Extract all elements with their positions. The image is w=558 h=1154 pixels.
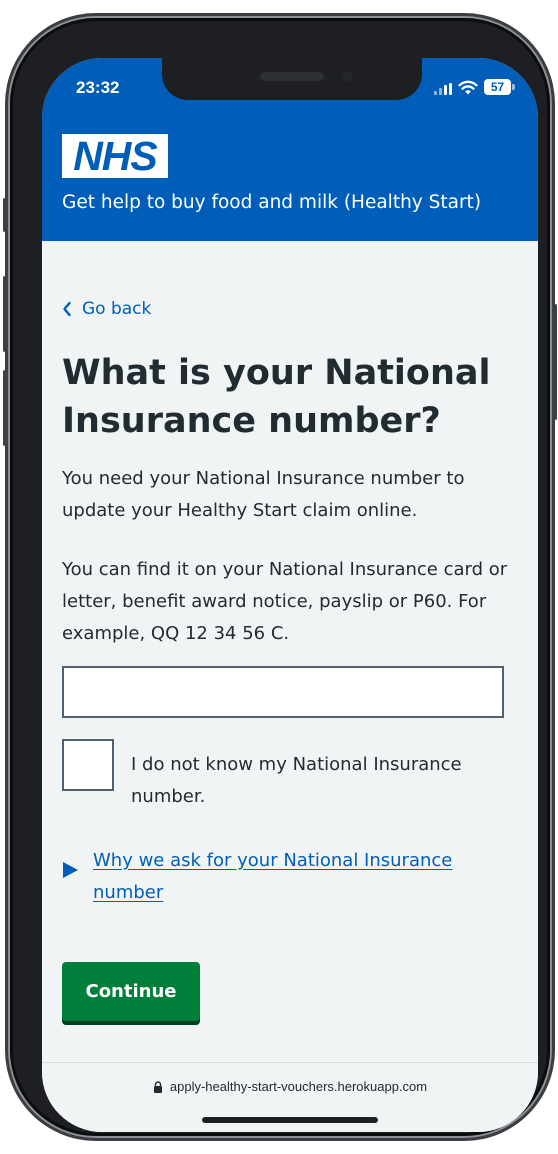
- status-time: 23:32: [76, 78, 120, 97]
- front-camera: [342, 71, 353, 82]
- service-name[interactable]: Get help to buy food and milk (Healthy S…: [62, 192, 481, 213]
- why-we-ask-link[interactable]: Why we ask for your National Insurance n…: [93, 845, 502, 909]
- continue-button[interactable]: Continue: [62, 962, 200, 1021]
- screen: NHS Get help to buy food and milk (Healt…: [42, 58, 538, 1132]
- battery-level: 57: [490, 80, 505, 94]
- back-link-label: Go back: [82, 299, 152, 319]
- volume-up-button: [3, 276, 8, 352]
- page-title: What is your National Insurance number?: [62, 353, 491, 441]
- wifi-icon: [458, 80, 478, 95]
- nhs-logo[interactable]: NHS: [62, 134, 168, 178]
- triangle-right-icon: [63, 862, 78, 878]
- lock-icon: [153, 1080, 162, 1093]
- browser-url-bar[interactable]: apply-healthy-start-vouchers.herokuapp.c…: [42, 1062, 538, 1132]
- home-indicator[interactable]: [202, 1117, 378, 1123]
- hint-text-find: You can find it on your National Insuran…: [62, 559, 508, 644]
- unknown-ni-checkbox-label[interactable]: I do not know my National Insurance numb…: [131, 749, 511, 813]
- back-link[interactable]: Go back: [62, 299, 151, 319]
- silent-switch: [3, 198, 8, 232]
- battery-icon: 57: [484, 79, 516, 95]
- volume-down-button: [3, 370, 8, 446]
- hint-text-need: You need your National Insurance number …: [62, 468, 465, 521]
- national-insurance-input[interactable]: [62, 666, 504, 718]
- unknown-ni-checkbox[interactable]: [62, 739, 114, 791]
- speaker-grille: [260, 72, 324, 81]
- chevron-left-icon: [63, 301, 71, 317]
- url-row: apply-healthy-start-vouchers.herokuapp.c…: [42, 1079, 538, 1094]
- why-we-ask-details[interactable]: Why we ask for your National Insurance n…: [62, 845, 502, 909]
- url-text[interactable]: apply-healthy-start-vouchers.herokuapp.c…: [170, 1079, 427, 1094]
- signal-icon: [434, 83, 454, 95]
- power-button: [552, 304, 557, 420]
- notch: [162, 58, 422, 100]
- phone-frame: NHS Get help to buy food and milk (Healt…: [3, 18, 557, 1136]
